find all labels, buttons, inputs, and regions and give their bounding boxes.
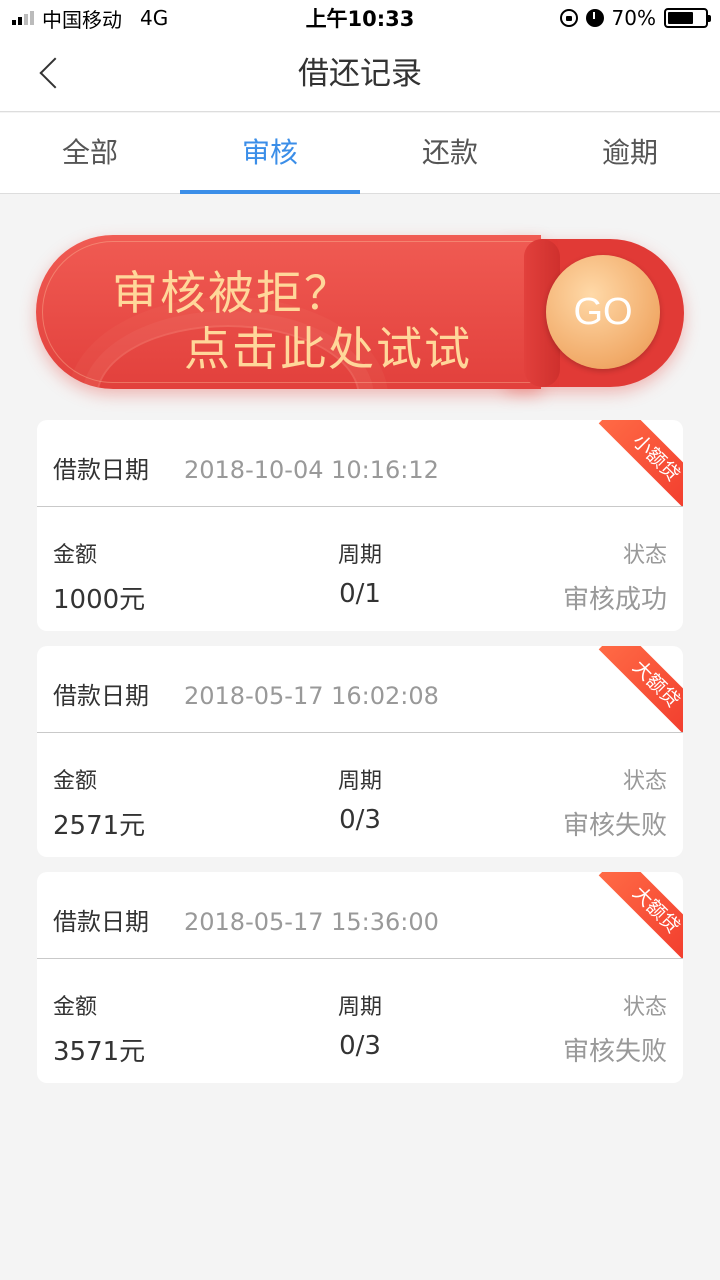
date-label: 借款日期 (53, 682, 149, 710)
battery-icon (664, 8, 711, 28)
rotation-lock-icon (559, 9, 578, 27)
status-value: 审核成功 (562, 585, 667, 615)
banner-subline: 点击此处试试 (184, 322, 472, 376)
record-card[interactable]: 借款日期 2018-10-04 10:16:12 小额贷 金额 周期 状态 10… (37, 420, 683, 631)
loan-type-ribbon: 小额贷 (597, 420, 683, 506)
tab-all[interactable]: 全部 (0, 113, 180, 193)
loan-type-tag: 大额贷 (598, 646, 683, 732)
promo-banner[interactable]: 审核被拒？ 点击此处试试 GO (36, 233, 684, 393)
date-label: 借款日期 (53, 908, 149, 936)
nav-bar: 借还记录 (0, 36, 720, 112)
loan-type-ribbon: 大额贷 (597, 646, 683, 732)
loan-type-ribbon: 大额贷 (597, 872, 683, 958)
status-value: 审核失败 (562, 1037, 667, 1067)
card-header: 借款日期 2018-10-04 10:16:12 小额贷 (37, 420, 683, 507)
tab-overdue[interactable]: 逾期 (540, 113, 720, 193)
card-header: 借款日期 2018-05-17 15:36:00 大额贷 (37, 872, 683, 959)
period-label: 周期 (337, 995, 382, 1020)
status-label: 状态 (622, 769, 667, 794)
status-value: 审核失败 (562, 811, 667, 841)
battery-percent: 70% (611, 6, 656, 30)
card-body: 金额 周期 状态 2571元 0/3 审核失败 (37, 733, 683, 857)
record-card[interactable]: 借款日期 2018-05-17 15:36:00 大额贷 金额 周期 状态 35… (37, 872, 683, 1083)
loan-type-tag: 小额贷 (598, 420, 683, 506)
tab-review[interactable]: 审核 (180, 113, 360, 194)
card-body: 金额 周期 状态 3571元 0/3 审核失败 (37, 959, 683, 1083)
date-value: 2018-10-04 10:16:12 (184, 456, 439, 484)
status-label: 状态 (622, 543, 667, 568)
period-label: 周期 (337, 543, 382, 568)
record-card[interactable]: 借款日期 2018-05-17 16:02:08 大额贷 金额 周期 状态 25… (37, 646, 683, 857)
tab-bar: 全部 审核 还款 逾期 (0, 113, 720, 194)
status-bar: 中国移动 4G 上午10:33 70% (0, 0, 720, 36)
page-title: 借还记录 (298, 56, 422, 92)
card-header: 借款日期 2018-05-17 16:02:08 大额贷 (37, 646, 683, 733)
alarm-icon (585, 9, 604, 27)
go-button[interactable]: GO (546, 255, 660, 369)
loan-type-tag: 大额贷 (598, 872, 683, 958)
card-body: 金额 周期 状态 1000元 0/1 审核成功 (37, 507, 683, 631)
status-label: 状态 (622, 995, 667, 1020)
tab-repayment[interactable]: 还款 (360, 113, 540, 193)
date-label: 借款日期 (53, 456, 149, 484)
period-label: 周期 (337, 769, 382, 794)
date-value: 2018-05-17 15:36:00 (184, 908, 439, 936)
date-value: 2018-05-17 16:02:08 (184, 682, 439, 710)
